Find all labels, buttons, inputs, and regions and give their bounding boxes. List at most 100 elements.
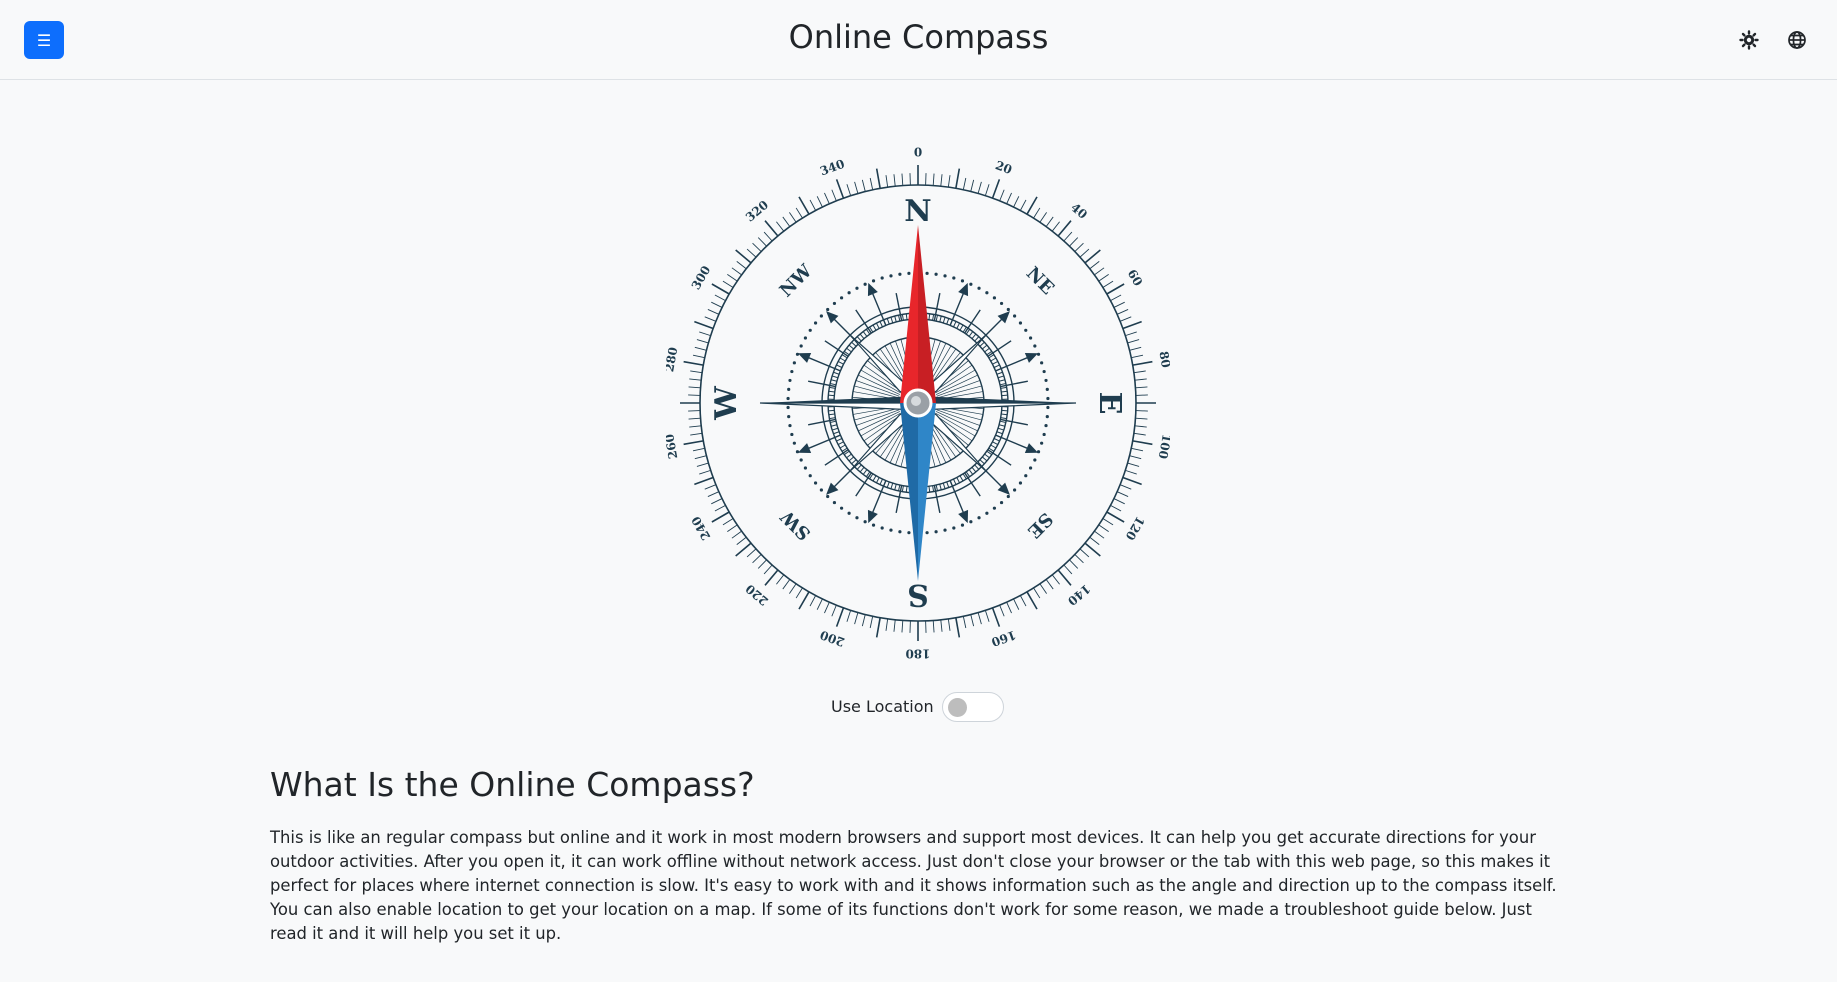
degree-tick (763, 564, 773, 575)
rose-hatch (862, 331, 868, 337)
rose-hatch (834, 434, 841, 438)
degree-tick (704, 316, 717, 322)
degree-tick (722, 280, 734, 288)
degree-tick (875, 168, 881, 189)
intercardinal-sw: SW (776, 505, 815, 544)
article: What Is the Online Compass? This is like… (270, 765, 1570, 946)
rose-hatch (830, 420, 837, 423)
rose-dot (1006, 307, 1010, 312)
degree-tick (955, 168, 961, 189)
degree-tick (970, 179, 975, 192)
rose-dot (792, 441, 796, 445)
intercardinal-se: SE (1023, 508, 1057, 542)
rose-dot (943, 274, 947, 278)
degree-tick (714, 294, 726, 302)
degree-tick (1026, 591, 1038, 610)
degree-tick (932, 173, 935, 186)
degree-tick (869, 177, 874, 190)
rose-hatch (829, 386, 836, 389)
rose-cardinal-point-dark (760, 396, 918, 403)
rose-hatch (875, 322, 880, 329)
rose-hatch (898, 315, 901, 322)
rose-hatch (932, 485, 935, 492)
degree-tick (999, 604, 1005, 617)
degree-tick (875, 617, 881, 638)
rose-hatch (984, 453, 990, 459)
rose-hatch (997, 427, 1004, 431)
rose-hatch (846, 347, 852, 353)
degree-tick (1084, 542, 1101, 557)
rose-dot (826, 307, 830, 312)
degree-tick (763, 231, 773, 242)
degree-tick (694, 476, 714, 486)
rose-hatch (875, 477, 880, 484)
rose-dot (1013, 314, 1017, 318)
rose-dot (1024, 474, 1028, 478)
degree-tick (1013, 598, 1020, 610)
rose-dot (826, 494, 830, 499)
degree-tick (955, 617, 961, 638)
rose-ray (855, 309, 872, 334)
rose-hatch (971, 467, 977, 473)
intercardinal-ne: NE (1022, 263, 1058, 299)
degree-tick (1134, 425, 1147, 428)
degree-tick (699, 469, 711, 475)
rose-hatch (942, 482, 946, 489)
rose-dot (792, 361, 796, 365)
degree-tick (1134, 378, 1147, 381)
degree-tick (1119, 484, 1132, 490)
rose-hatch (1001, 413, 1008, 416)
rose-hatch (942, 317, 946, 324)
rose-dot (1046, 405, 1050, 410)
degree-tick (977, 181, 982, 194)
use-location-toggle[interactable] (941, 691, 1004, 722)
degree-tick (1127, 339, 1140, 344)
needle-pivot-highlight (911, 396, 921, 406)
degree-tick (940, 619, 943, 632)
degree-tick (893, 174, 896, 187)
rose-hatch (959, 324, 964, 331)
rose-dot (799, 458, 803, 462)
rose-hatch (832, 427, 839, 431)
rose-hatch (956, 322, 961, 329)
degree-tick (854, 181, 859, 194)
degree-tick (835, 607, 845, 627)
degree-tick (1122, 320, 1142, 330)
degree-tick (835, 179, 845, 199)
rose-dot (952, 526, 956, 530)
degree-tick (722, 518, 734, 526)
degree-tick (940, 174, 943, 187)
degree-tick (1019, 595, 1027, 607)
degree-tick (947, 175, 951, 188)
rose-dot (934, 530, 938, 534)
rose-hatch (828, 413, 835, 416)
degree-tick (1133, 370, 1146, 374)
globe-icon[interactable] (1785, 28, 1809, 52)
rose-dot (813, 481, 818, 485)
rose-dot (977, 286, 981, 290)
degree-tick (854, 612, 859, 625)
degree-tick (752, 554, 762, 564)
degree-tick (885, 175, 889, 188)
rose-dot (925, 271, 929, 275)
rose-hatch (982, 456, 988, 462)
degree-tick (696, 462, 709, 467)
rose-hatch (901, 485, 904, 492)
rose-hatch (968, 331, 974, 337)
rose-ray (855, 472, 872, 497)
degree-tick (692, 447, 705, 452)
rose-dot (808, 328, 812, 332)
rose-dot (898, 272, 902, 276)
cardinal-e: E (1092, 392, 1127, 415)
rose-hatch (890, 317, 894, 324)
degree-tick (1110, 504, 1122, 512)
degree-tick (789, 583, 797, 594)
rose-hatch (836, 438, 843, 442)
rose-dot (1018, 321, 1023, 325)
rose-hatch (935, 315, 938, 322)
degree-tick (795, 587, 803, 599)
rose-hatch (859, 467, 865, 473)
degree-tick (782, 216, 791, 227)
gear-icon[interactable] (1737, 28, 1761, 52)
degree-label: 300 (689, 263, 714, 292)
